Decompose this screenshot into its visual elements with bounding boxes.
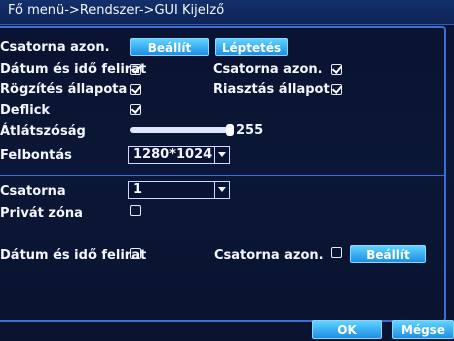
recording-status-label: Rögzítés állapota — [0, 82, 128, 97]
recording-status-checkbox[interactable] — [130, 84, 141, 95]
transparency-value: 255 — [236, 123, 264, 138]
ok-button[interactable]: OK — [312, 320, 382, 339]
channel-name-set-button[interactable]: Beállít — [130, 38, 209, 56]
channel-label: Csatorna — [0, 184, 66, 199]
datetime-overlay2-checkbox[interactable] — [130, 248, 141, 259]
channel-name-right-label: Csatorna azon. — [213, 62, 323, 77]
resolution-value: 1280*1024 — [133, 147, 213, 162]
breadcrumb: Fő menü->Rendszer->GUI Kijelző — [8, 3, 225, 18]
datetime-overlay2-label: Dátum és idő felirat — [0, 248, 147, 263]
privacy-zone-checkbox[interactable] — [130, 205, 141, 216]
deflicker-checkbox[interactable] — [130, 104, 141, 115]
channel-name2-label: Csatorna azon. — [214, 248, 324, 263]
gui-display-dialog: Fő menü->Rendszer->GUI Kijelző Csatorna … — [0, 0, 454, 341]
channel-value: 1 — [133, 182, 143, 197]
alarm-status-label: Riasztás állapot — [213, 82, 330, 97]
channel-name2-checkbox[interactable] — [331, 247, 342, 258]
privacy-zone-label: Privát zóna — [0, 206, 83, 221]
datetime-overlay-checkbox[interactable] — [130, 64, 141, 75]
bottom-bar — [0, 322, 454, 341]
cancel-button[interactable]: Mégse — [392, 320, 454, 339]
transparency-slider[interactable] — [130, 124, 234, 136]
step-button[interactable]: Léptetés — [215, 38, 288, 56]
transparency-label: Átlátszóság — [0, 124, 86, 139]
title-bar: Fő menü->Rendszer->GUI Kijelző — [0, 0, 454, 25]
resolution-select[interactable]: 1280*1024 — [128, 146, 230, 164]
section-divider — [0, 175, 446, 176]
channel-name2-set-button[interactable]: Beállít — [350, 245, 426, 263]
chevron-down-icon[interactable] — [214, 147, 229, 163]
resolution-label: Felbontás — [0, 148, 72, 163]
deflicker-label: Deflick — [0, 103, 51, 118]
chevron-down-icon[interactable] — [214, 182, 229, 198]
channel-select[interactable]: 1 — [128, 181, 230, 199]
alarm-status-checkbox[interactable] — [331, 84, 342, 95]
channel-name-right-checkbox[interactable] — [331, 64, 342, 75]
datetime-overlay-label: Dátum és idő felirat — [0, 62, 147, 77]
slider-handle[interactable] — [226, 124, 234, 136]
channel-name-label: Csatorna azon. — [0, 40, 110, 55]
